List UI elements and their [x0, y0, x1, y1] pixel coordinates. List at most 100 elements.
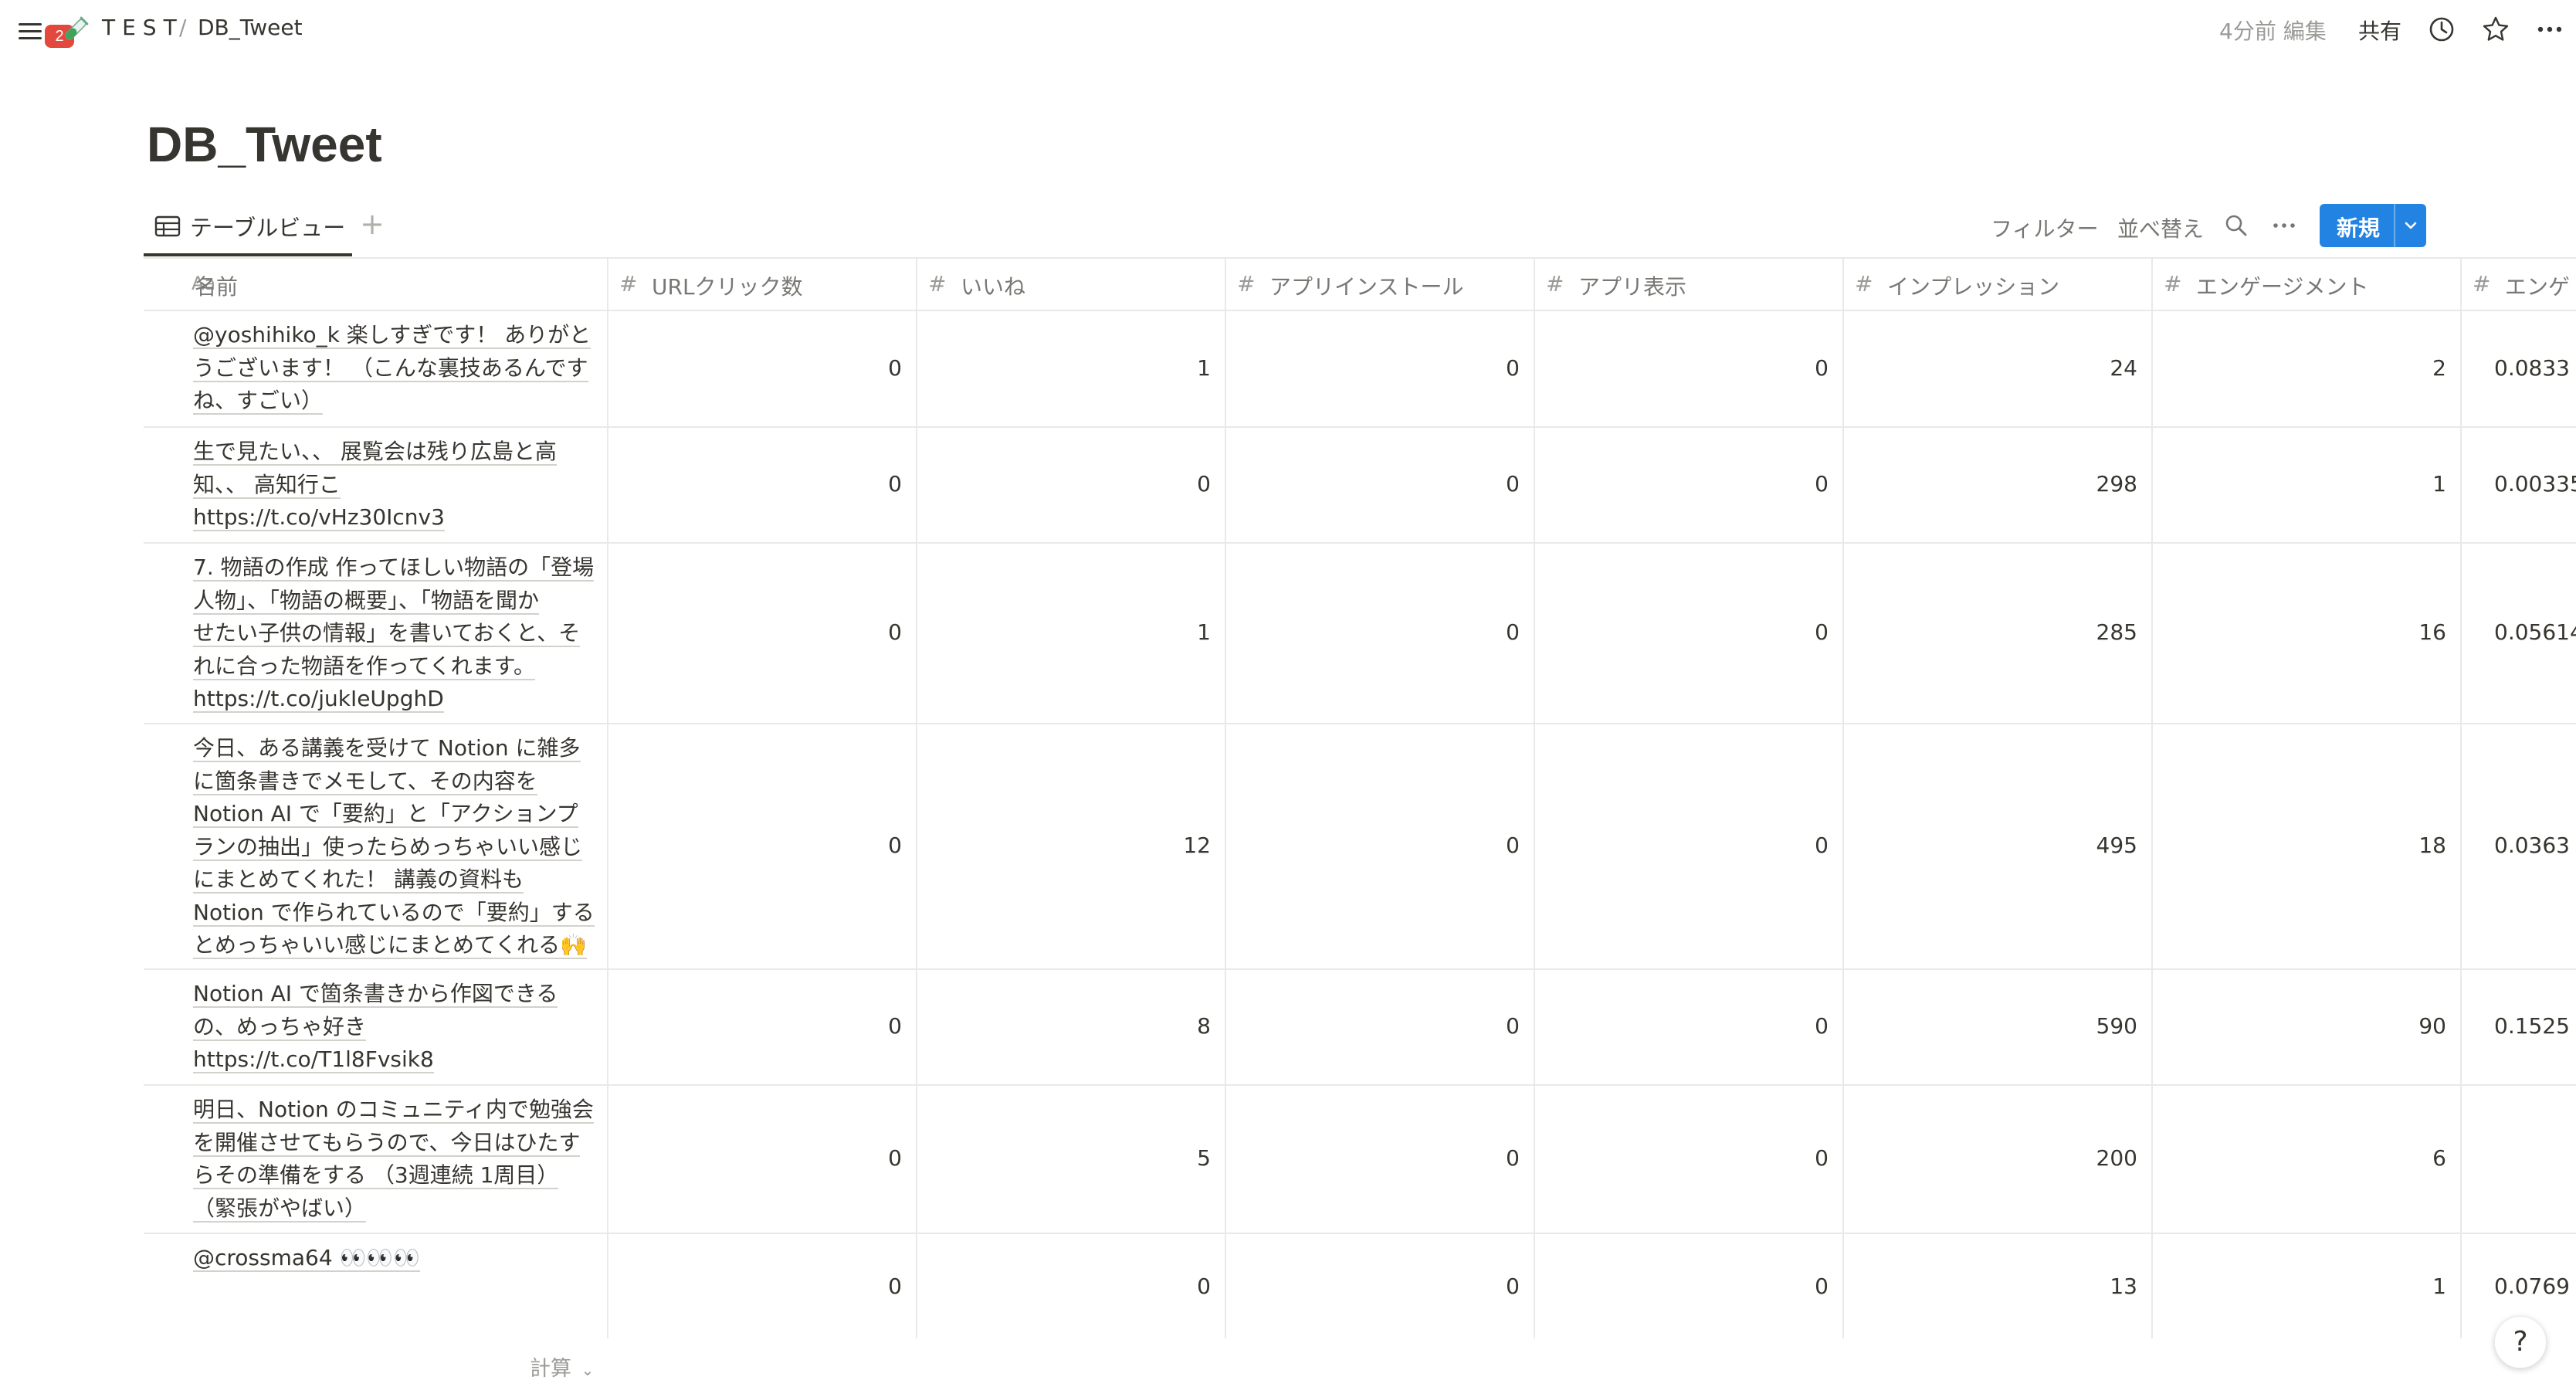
table-icon [154, 215, 181, 237]
cell-engagements[interactable]: 1 [2151, 1273, 2446, 1299]
cell-likes[interactable]: 12 [916, 833, 1211, 858]
column-header-label: アプリインストール [1269, 274, 1464, 300]
cell-url-clicks[interactable]: 0 [607, 1273, 902, 1299]
cell-impressions[interactable]: 590 [1842, 1013, 2137, 1039]
cell-app-views[interactable]: 0 [1534, 1013, 1829, 1039]
breadcrumb-workspace[interactable]: TEST [102, 15, 184, 40]
column-header-label: エンゲージメント [2196, 274, 2369, 300]
column-header[interactable]: Aa 名前 [144, 257, 607, 310]
history-clock-icon[interactable] [2426, 14, 2457, 45]
view-more-icon[interactable] [2270, 213, 2298, 238]
cell-impressions[interactable]: 200 [1842, 1145, 2137, 1171]
add-view-button[interactable]: + [357, 209, 388, 239]
cell-likes[interactable]: 5 [916, 1145, 1211, 1171]
cell-impressions[interactable]: 24 [1842, 355, 2137, 381]
cell-app-installs[interactable]: 0 [1225, 471, 1520, 497]
column-header[interactable]: # エンゲージメント [2151, 257, 2460, 310]
cell-rate[interactable]: 0.05614 [2460, 619, 2576, 645]
cell-app-views[interactable]: 0 [1534, 619, 1829, 645]
tweet-text-line: らその準備をする （3週連続 1周目） [193, 1162, 559, 1189]
cell-likes[interactable]: 8 [916, 1013, 1211, 1039]
more-options-icon[interactable] [2534, 14, 2565, 45]
column-header[interactable]: # いいね [916, 257, 1225, 310]
column-header[interactable]: # エンゲ [2460, 257, 2576, 310]
cell-app-views[interactable]: 0 [1534, 1145, 1829, 1171]
cell-url-clicks[interactable]: 0 [607, 1145, 902, 1171]
column-header[interactable]: # インプレッション [1842, 257, 2151, 310]
cell-likes[interactable]: 0 [916, 471, 1211, 497]
sidebar-menu-button[interactable]: 2 [17, 14, 74, 48]
cell-app-views[interactable]: 0 [1534, 471, 1829, 497]
cell-app-views[interactable]: 0 [1534, 355, 1829, 381]
calculate-label: 計算 [530, 1357, 571, 1381]
column-header[interactable]: # アプリ表示 [1534, 257, 1842, 310]
cell-likes[interactable]: 0 [916, 1273, 1211, 1299]
tweet-text-line: せたい子供の情報」を書いておくと、そ [193, 620, 581, 647]
top-bar: 2 TEST / DB_Tweet 4分前 編集 共有 [0, 0, 2576, 60]
tab-label: テーブルビュー [190, 215, 346, 241]
share-button[interactable]: 共有 [2358, 15, 2401, 46]
tweet-name-cell[interactable]: @crossma64 👀👀👀 [193, 1242, 734, 1275]
last-edited-text: 4分前 編集 [2219, 19, 2327, 44]
cell-app-installs[interactable]: 0 [1225, 619, 1520, 645]
cell-app-installs[interactable]: 0 [1225, 1145, 1520, 1171]
cell-rate[interactable]: 0.0769 [2460, 1273, 2576, 1299]
cell-engagements[interactable]: 18 [2151, 833, 2446, 858]
cell-impressions[interactable]: 13 [1842, 1273, 2137, 1299]
cell-likes[interactable]: 1 [916, 355, 1211, 381]
cell-app-views[interactable]: 0 [1534, 833, 1829, 858]
cell-engagements[interactable]: 1 [2151, 471, 2446, 497]
column-header-label: インプレッション [1887, 274, 2060, 300]
number-property-icon: # [1237, 271, 1256, 297]
cell-likes[interactable]: 1 [916, 619, 1211, 645]
help-button[interactable]: ? [2494, 1316, 2547, 1368]
cell-engagements[interactable]: 2 [2151, 355, 2446, 381]
cell-impressions[interactable]: 285 [1842, 619, 2137, 645]
column-header[interactable]: # URLクリック数 [607, 257, 916, 310]
sort-button[interactable]: 並べ替え [2117, 212, 2204, 243]
filter-button[interactable]: フィルター [1991, 212, 2098, 243]
tweet-text-line: の、めっちゃ好き [193, 1013, 367, 1041]
cell-url-clicks[interactable]: 0 [607, 1013, 902, 1039]
test-tube-icon [65, 16, 89, 40]
cell-app-views[interactable]: 0 [1534, 1273, 1829, 1299]
cell-app-installs[interactable]: 0 [1225, 355, 1520, 381]
number-property-icon: # [1546, 271, 1564, 297]
cell-app-installs[interactable]: 0 [1225, 1013, 1520, 1039]
cell-app-installs[interactable]: 0 [1225, 1273, 1520, 1299]
cell-url-clicks[interactable]: 0 [607, 471, 902, 497]
cell-url-clicks[interactable]: 0 [607, 619, 902, 645]
cell-rate[interactable]: 0.0363 [2460, 833, 2576, 858]
number-property-icon: # [2473, 271, 2491, 297]
tweet-text-line: 人物」、「物語の概要」、「物語を聞か [193, 587, 540, 615]
number-property-icon: # [619, 271, 638, 297]
cell-engagements[interactable]: 6 [2151, 1145, 2446, 1171]
search-icon[interactable] [2224, 213, 2249, 238]
favorite-star-icon[interactable] [2480, 14, 2511, 45]
cell-impressions[interactable]: 495 [1842, 833, 2137, 858]
cell-engagements[interactable]: 16 [2151, 619, 2446, 645]
calculate-button[interactable]: 計算 ⌄ [530, 1351, 594, 1382]
cell-url-clicks[interactable]: 0 [607, 833, 902, 858]
column-header-label: アプリ表示 [1578, 274, 1687, 300]
tweet-text-line: 生で見たい、、 展覧会は残り広島と高 [193, 439, 557, 466]
column-header[interactable]: # アプリインストール [1225, 257, 1534, 310]
tweet-text-line: https://t.co/jukIeUpghD [193, 686, 444, 713]
tweet-text-line: とめっちゃいい感じにまとめてくれる🙌 [193, 932, 588, 959]
cell-rate[interactable]: 0.0833 [2460, 355, 2576, 381]
tweet-text-line: にまとめてくれた！ 講義の資料も [193, 866, 524, 894]
cell-rate[interactable]: 0.00335 [2460, 471, 2576, 497]
cell-engagements[interactable]: 90 [2151, 1013, 2446, 1039]
page-title[interactable]: DB_Tweet [147, 116, 382, 173]
cell-rate[interactable]: 0.1525 [2460, 1013, 2576, 1039]
tweet-text-line: ね、すごい） [193, 388, 324, 415]
breadcrumb-page[interactable]: DB_Tweet [198, 15, 303, 40]
cell-impressions[interactable]: 298 [1842, 471, 2137, 497]
chevron-down-icon[interactable] [2400, 215, 2422, 236]
cell-app-installs[interactable]: 0 [1225, 833, 1520, 858]
column-header-label: 名前 [195, 274, 239, 300]
cell-url-clicks[interactable]: 0 [607, 355, 902, 381]
tweet-text-line: 知、、 高知行こ [193, 471, 341, 499]
tweet-text-line: 7. 物語の作成 作ってほしい物語の「登場 [193, 554, 595, 582]
new-button[interactable]: 新規 [2320, 204, 2426, 247]
